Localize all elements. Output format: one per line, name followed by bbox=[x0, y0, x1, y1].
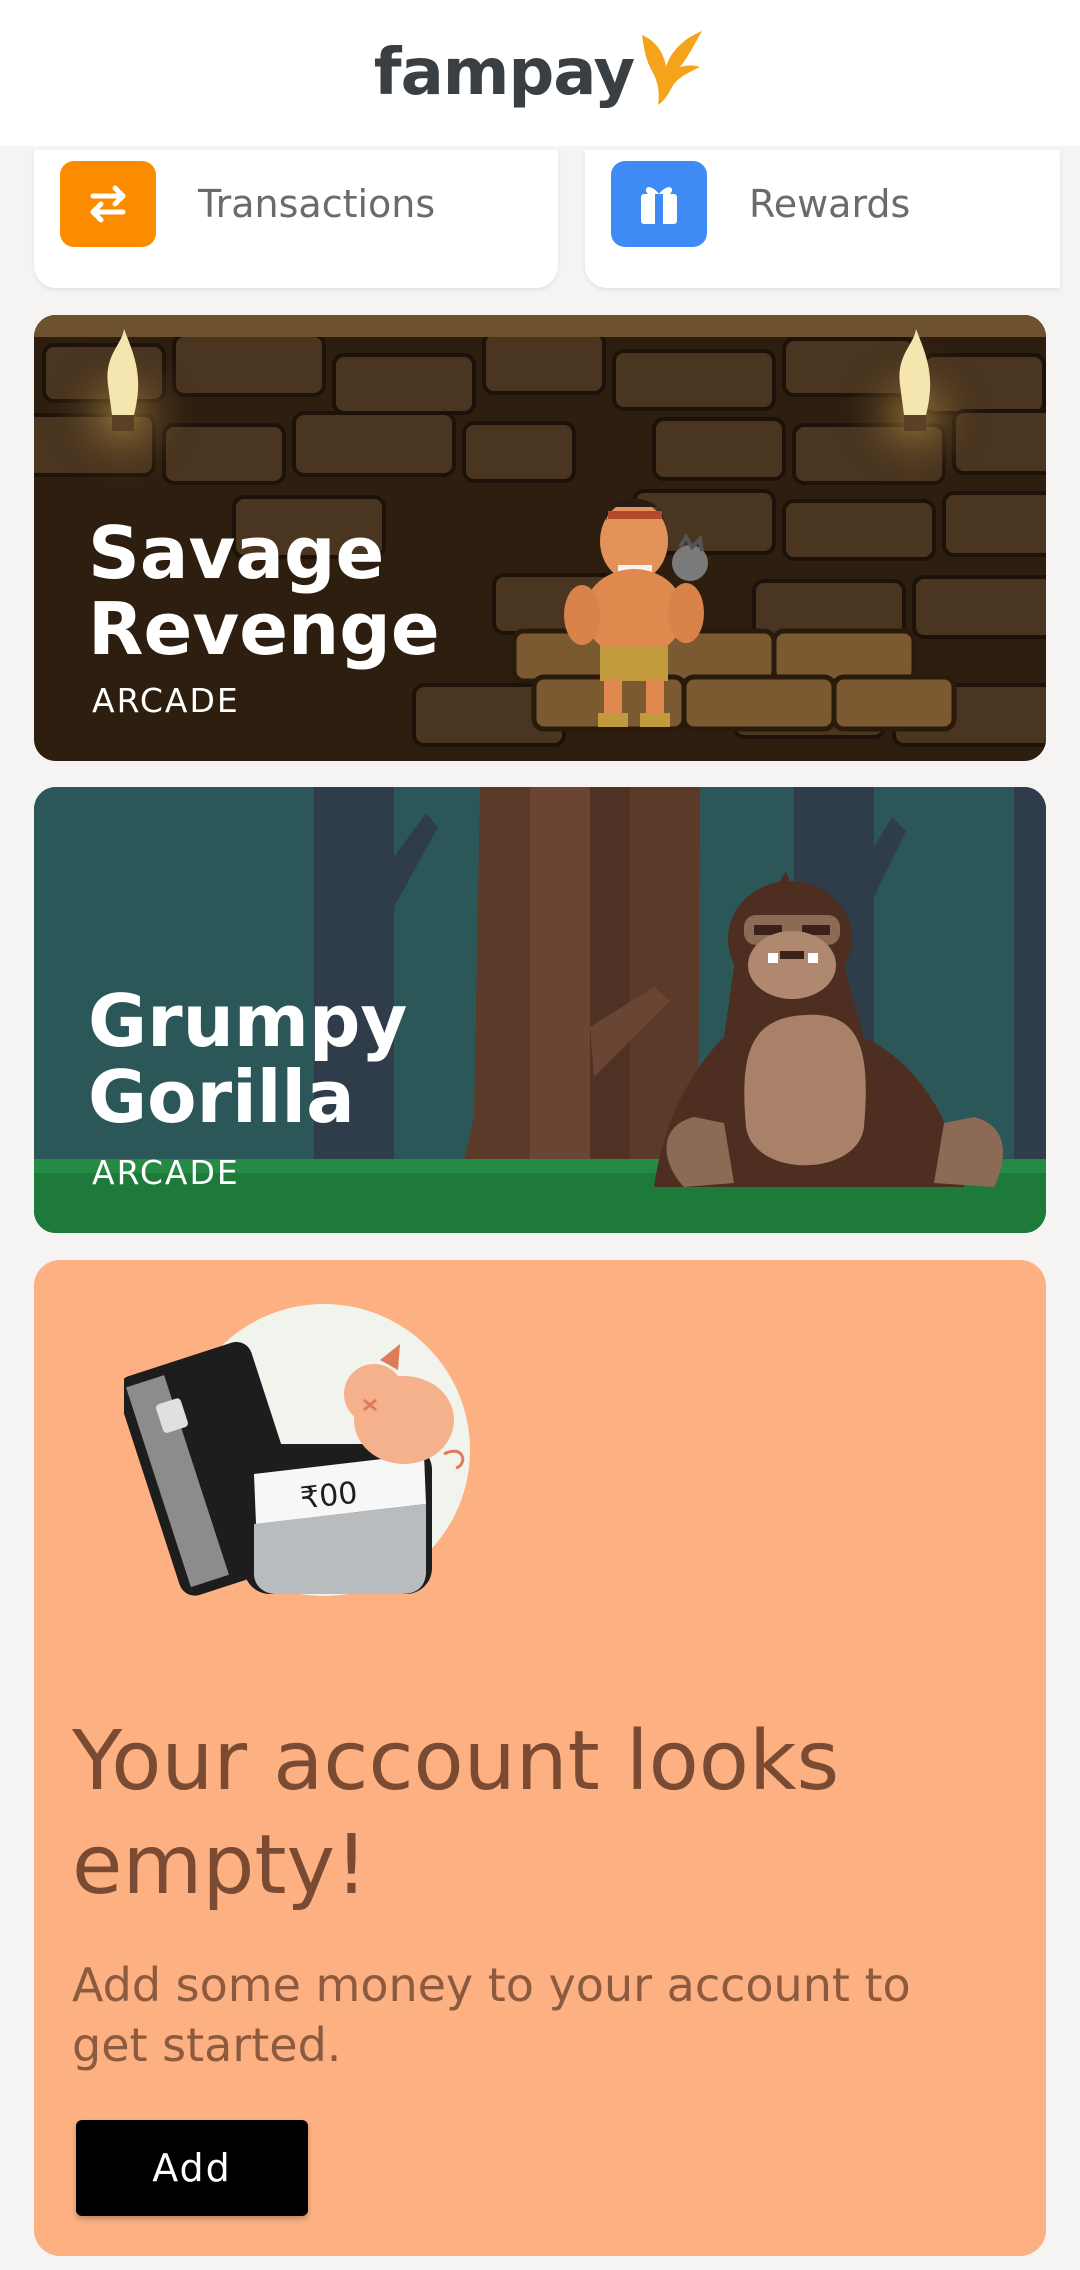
empty-account-title: Your account looks empty! bbox=[72, 1714, 840, 1913]
game-title-line2: Revenge bbox=[88, 587, 440, 671]
wallet-amount: ₹00 bbox=[299, 1476, 360, 1517]
game-title-line1: Grumpy bbox=[88, 979, 408, 1063]
game-title: Grumpy Gorilla bbox=[88, 983, 407, 1135]
game-title-line1: Savage bbox=[88, 511, 385, 595]
swap-arrows-icon bbox=[60, 161, 156, 247]
game-title: Savage Revenge bbox=[88, 515, 440, 667]
game-card-grumpy-gorilla[interactable]: Grumpy Gorilla ARCADE bbox=[34, 787, 1046, 1233]
game-card-savage-revenge[interactable]: Savage Revenge ARCADE bbox=[34, 315, 1046, 761]
empty-account-subtitle: Add some money to your account to get st… bbox=[72, 1958, 911, 2072]
transactions-card[interactable]: Transactions bbox=[34, 150, 558, 288]
transactions-label: Transactions bbox=[198, 182, 436, 226]
empty-wallet-illustration: ₹00 bbox=[124, 1304, 470, 1596]
add-money-button[interactable]: Add bbox=[76, 2120, 308, 2216]
fampay-logo: fampay bbox=[373, 31, 706, 110]
logo-wing-icon bbox=[642, 31, 703, 105]
app-header: fampay bbox=[0, 0, 1080, 146]
rewards-card[interactable]: Rewards bbox=[585, 150, 1060, 288]
empty-account-card: ₹00 Your account looks empty! Add some m… bbox=[34, 1260, 1046, 2256]
gift-icon bbox=[611, 161, 707, 247]
game-category: ARCADE bbox=[92, 1153, 240, 1192]
logo-text: fampay bbox=[373, 36, 635, 110]
game-title-line2: Gorilla bbox=[88, 1055, 355, 1139]
game-category: ARCADE bbox=[92, 681, 240, 720]
rewards-label: Rewards bbox=[749, 182, 911, 226]
